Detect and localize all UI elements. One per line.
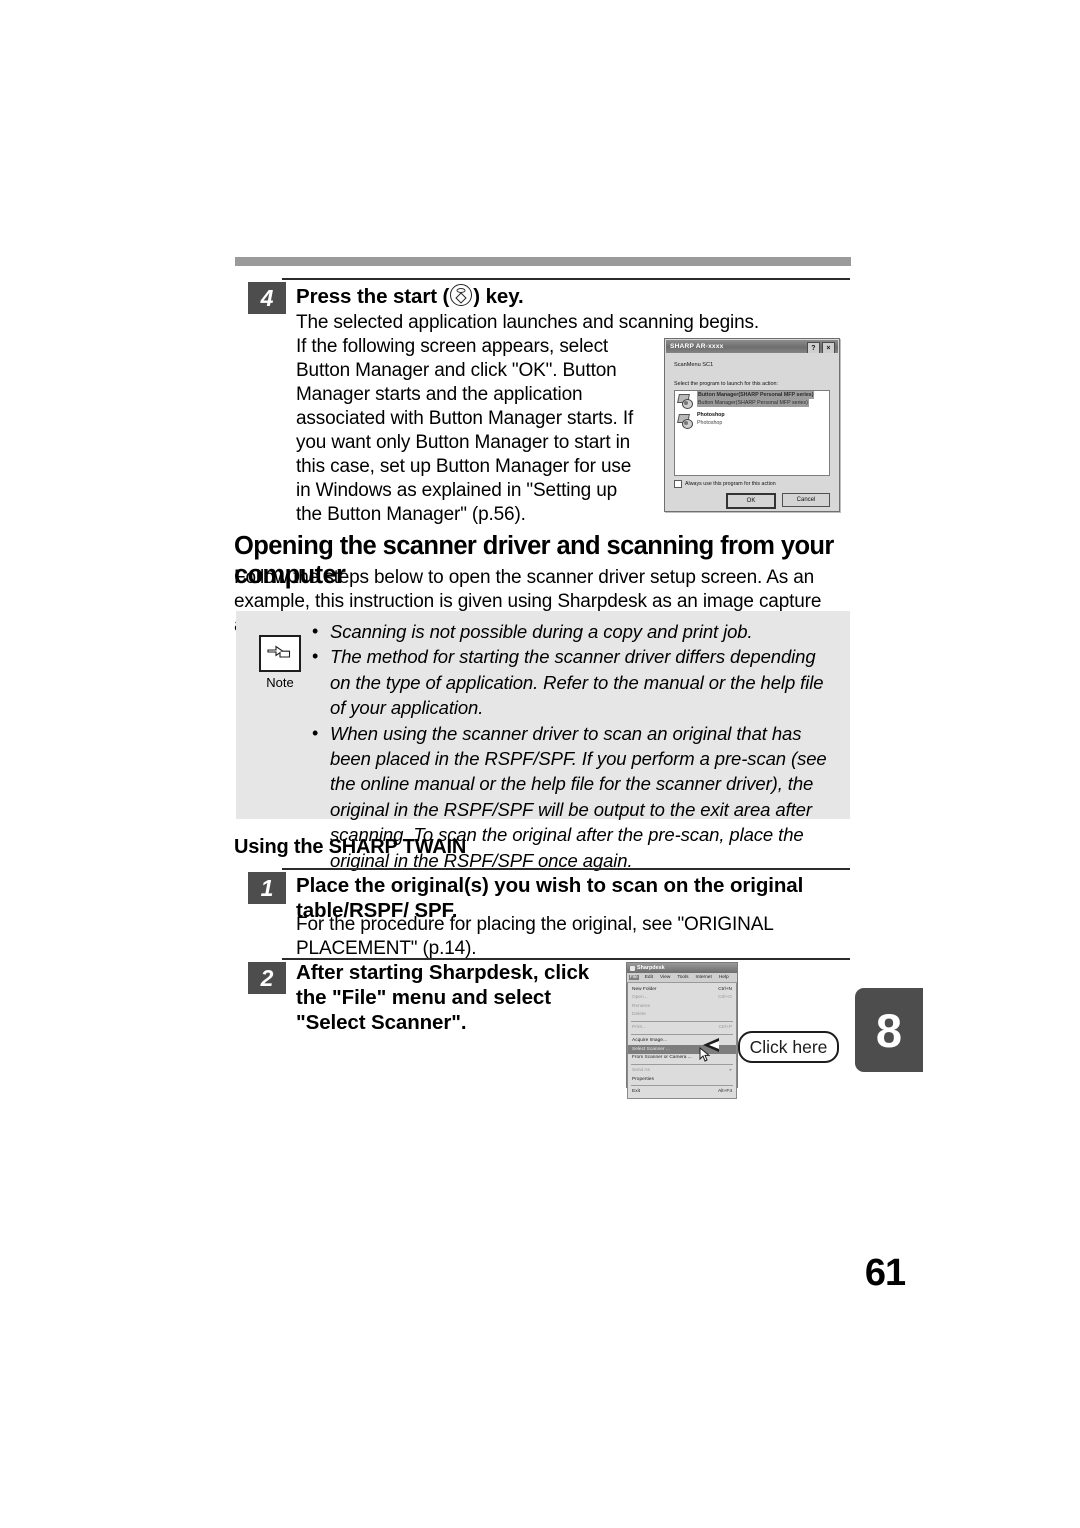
menu-item-shortcut: Ctrl+N bbox=[718, 986, 732, 992]
sharpdesk-window-screenshot: Sharpdesk File Edit View Tools Internet … bbox=[626, 962, 738, 1100]
step4-title: Press the start ( ) key. bbox=[296, 284, 836, 309]
list-item[interactable]: Button Manager(SHARP Personal MFP series… bbox=[675, 391, 829, 411]
bullet-glyph: • bbox=[312, 722, 319, 743]
step1-rule bbox=[282, 868, 850, 870]
menu-item-label: Open... bbox=[632, 995, 648, 1001]
note-bullet-list: • Scanning is not possible during a copy … bbox=[304, 619, 840, 873]
file-dropdown-menu: New Folder Ctrl+N Open... Ctrl+O Rename De… bbox=[627, 983, 737, 1100]
menu-item[interactable]: Acquire Image... bbox=[628, 1036, 736, 1045]
menu-item-shortcut: ▸ bbox=[729, 1067, 732, 1073]
step4-paragraph-2: If the following screen appears, select … bbox=[296, 336, 634, 525]
menu-item-label: Send As bbox=[632, 1067, 650, 1073]
list-item[interactable]: Photoshop Photoshop bbox=[675, 411, 829, 431]
step4-number: 4 bbox=[248, 282, 286, 314]
menu-item-label: New Folder bbox=[632, 986, 657, 992]
note-icon-wrapper: Note bbox=[250, 635, 310, 690]
list-item-desc: Photoshop bbox=[697, 420, 723, 426]
menu-item-shortcut: Alt+F4 bbox=[718, 1089, 732, 1095]
menu-item-shortcut: Ctrl+O bbox=[718, 995, 732, 1001]
click-here-callout: Click here bbox=[738, 1031, 839, 1063]
menu-item[interactable]: Delete bbox=[628, 1011, 736, 1020]
dialog-program-list[interactable]: Button Manager(SHARP Personal MFP series… bbox=[674, 390, 830, 476]
step4-title-before: Press the start ( bbox=[296, 285, 450, 308]
menu-item[interactable]: New Folder Ctrl+N bbox=[628, 985, 736, 994]
cancel-button[interactable]: Cancel bbox=[782, 493, 830, 507]
menu-item[interactable]: Open... Ctrl+O bbox=[628, 994, 736, 1003]
menu-tools[interactable]: Tools bbox=[676, 975, 689, 980]
dialog-body: ScanMenu SC1 Select the program to launc… bbox=[666, 353, 838, 510]
checkbox-label: Always use this program for this action bbox=[685, 480, 776, 487]
dialog-action-buttons: OK Cancel bbox=[726, 493, 830, 509]
note-bullet-text: The method for starting the scanner driv… bbox=[330, 646, 824, 719]
note-box: Note • Scanning is not possible during a … bbox=[236, 611, 850, 871]
chapter-tab: 8 bbox=[855, 988, 923, 1072]
menu-item[interactable]: Exit Alt+F4 bbox=[628, 1088, 736, 1097]
step1-number: 1 bbox=[248, 872, 286, 904]
menu-item-select-scanner[interactable]: Select Scanner ... bbox=[628, 1044, 736, 1054]
sharpdesk-title-text: Sharpdesk bbox=[637, 965, 665, 971]
sharpdesk-app-icon bbox=[630, 965, 635, 971]
page-number: 61 bbox=[864, 1252, 906, 1294]
dialog-title-bar: SHARP AR-xxxx ? × bbox=[666, 340, 838, 354]
menu-item-label: Delete bbox=[632, 1012, 646, 1018]
step4-rule bbox=[282, 278, 850, 280]
step1-body: For the procedure for placing the origin… bbox=[296, 914, 773, 959]
dialog-prompt: Select the program to launch for this ac… bbox=[674, 381, 778, 387]
start-key-icon bbox=[450, 284, 473, 306]
menu-edit[interactable]: Edit bbox=[644, 975, 654, 980]
menu-separator bbox=[631, 1020, 733, 1022]
sharp-program-chooser-dialog: SHARP AR-xxxx ? × ScanMenu SC1 Select th… bbox=[664, 338, 840, 512]
menu-item-label: Select Scanner ... bbox=[632, 1046, 670, 1052]
bullet-glyph: • bbox=[312, 621, 319, 641]
list-item-name: Button Manager(SHARP Personal MFP series… bbox=[697, 391, 815, 399]
menu-item-shortcut: Ctrl+P bbox=[718, 1025, 732, 1031]
pointing-hand-icon bbox=[259, 635, 301, 672]
menu-help[interactable]: Help bbox=[718, 975, 730, 980]
note-bullet: • Scanning is not possible during a copy … bbox=[304, 619, 840, 644]
bullet-glyph: • bbox=[312, 646, 319, 667]
note-bullet-text: Scanning is not possible during a copy a… bbox=[330, 621, 753, 642]
list-item-desc: Button Manager(SHARP Personal MFP series… bbox=[697, 399, 809, 407]
menu-item[interactable]: From Scanner or Camera ... bbox=[628, 1054, 736, 1063]
menu-internet[interactable]: Internet bbox=[695, 975, 713, 980]
always-use-checkbox[interactable]: Always use this program for this action bbox=[674, 480, 776, 488]
top-gray-rule bbox=[235, 257, 851, 266]
checkbox-box[interactable] bbox=[674, 480, 682, 488]
step2-number: 2 bbox=[248, 962, 286, 994]
menu-item-label: Rename bbox=[632, 1003, 651, 1009]
menu-item-label: From Scanner or Camera ... bbox=[632, 1055, 692, 1061]
menu-separator bbox=[631, 1033, 733, 1035]
list-item-name: Photoshop bbox=[697, 412, 725, 418]
menu-file[interactable]: File bbox=[629, 975, 639, 980]
step2-title: After starting Sharpdesk, click the "Fil… bbox=[296, 961, 590, 1034]
sharpdesk-title-bar: Sharpdesk bbox=[627, 963, 737, 973]
note-bullet: • The method for starting the scanner dri… bbox=[304, 644, 840, 720]
menu-item[interactable]: Rename bbox=[628, 1002, 736, 1011]
menu-item-label: Acquire Image... bbox=[632, 1037, 667, 1043]
menu-item[interactable]: Send As ▸ bbox=[628, 1066, 736, 1075]
sharpdesk-menubar: File Edit View Tools Internet Help bbox=[627, 973, 737, 983]
callout-tail-inner bbox=[709, 1041, 719, 1049]
step4-paragraph-1: The selected application launches and sc… bbox=[296, 312, 760, 333]
dialog-subtitle: ScanMenu SC1 bbox=[674, 362, 714, 368]
program-icon bbox=[677, 394, 694, 409]
menu-separator bbox=[631, 1063, 733, 1065]
ok-button[interactable]: OK bbox=[726, 493, 776, 509]
menu-item[interactable]: Properties bbox=[628, 1075, 736, 1084]
menu-item[interactable]: Print... Ctrl+P bbox=[628, 1024, 736, 1033]
menu-item-label: Properties bbox=[632, 1076, 654, 1082]
menu-item-label: Exit bbox=[632, 1089, 640, 1095]
menu-separator bbox=[631, 1085, 733, 1087]
program-icon bbox=[677, 414, 694, 429]
menu-view[interactable]: View bbox=[659, 975, 671, 980]
note-label: Note bbox=[266, 675, 294, 690]
manual-page: 4 Press the start ( ) key. The selected a… bbox=[0, 0, 1080, 1528]
dialog-title-text: SHARP AR-xxxx bbox=[670, 343, 724, 350]
sub-heading: Using the SHARP TWAIN bbox=[234, 836, 467, 858]
menu-item-label: Print... bbox=[632, 1025, 646, 1031]
step4-title-after: ) key. bbox=[473, 285, 524, 308]
